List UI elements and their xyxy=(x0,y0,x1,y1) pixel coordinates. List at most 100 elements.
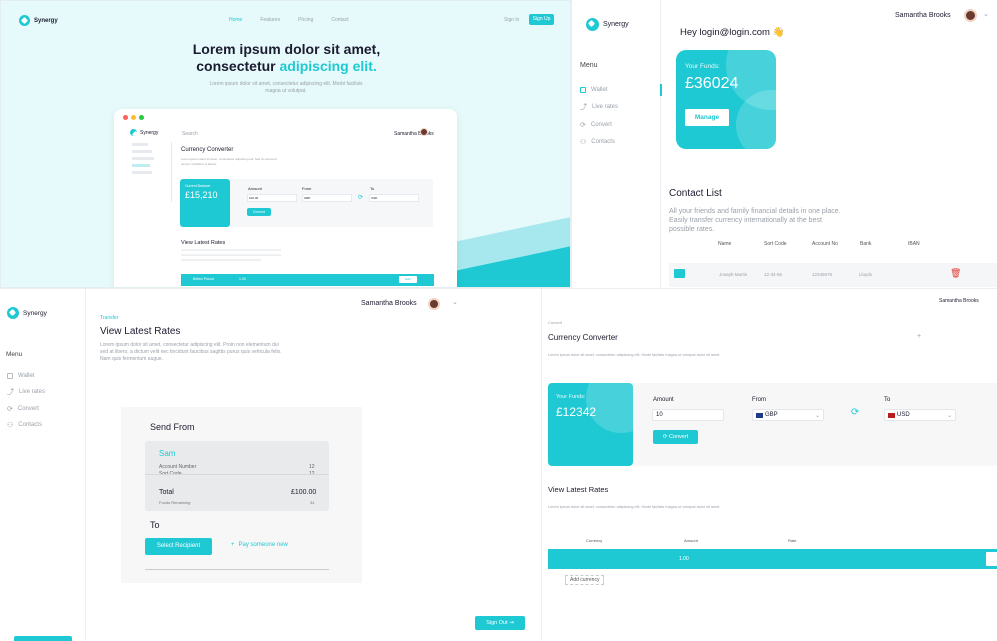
row-sort: 12-34-56 xyxy=(764,272,783,277)
funds-card: Your Funds: £12342 xyxy=(548,383,633,466)
refresh-icon: ⟳ xyxy=(7,406,13,413)
sign-in-link[interactable]: Sign in xyxy=(504,17,519,23)
nav-contact[interactable]: Contact xyxy=(331,17,348,23)
plus-icon[interactable]: + xyxy=(917,333,921,340)
sidebar-item-convert[interactable]: ⟳ Convert xyxy=(7,405,45,413)
mock-logo-icon xyxy=(130,129,137,136)
mock-row-edit-button[interactable]: Edit xyxy=(399,276,417,283)
pay-someone-new-link[interactable]: + Pay someone new xyxy=(231,542,288,548)
transfer-logo[interactable]: Synergy xyxy=(7,307,47,319)
avatar[interactable] xyxy=(428,298,440,310)
hero-title-line1: Lorem ipsum dolor sit amet, xyxy=(192,41,381,57)
chevron-down-icon: ⌄ xyxy=(946,412,952,419)
nav-home[interactable]: Home xyxy=(229,17,242,23)
send-from-title: Send From xyxy=(150,422,195,432)
amount-label: Amount xyxy=(653,397,674,403)
funds-value: £36024 xyxy=(685,75,739,92)
mock-funds-label: Current Balance xyxy=(185,184,211,188)
sidebar-item-label: Contacts xyxy=(18,422,42,428)
sidebar-item-wallet[interactable]: Wallet xyxy=(580,87,618,93)
wallet-logo[interactable]: Synergy xyxy=(586,18,629,31)
account-name: Sam xyxy=(159,449,176,458)
sidebar-item-live-rates[interactable]: ⤴ Live rates xyxy=(7,387,45,397)
col-header-amount: Amount xyxy=(684,538,698,543)
swap-icon[interactable]: ⟳ xyxy=(851,407,859,418)
funds-remaining-value: 34 xyxy=(310,500,315,505)
landing-panel: Synergy Home Features Pricing Contact Si… xyxy=(0,0,571,288)
transfer-panel: Synergy Menu Wallet ⤴ Live rates ⟳ Convert… xyxy=(0,288,541,641)
user-name: Samantha Brooks xyxy=(895,12,951,19)
landing-logo[interactable]: Synergy xyxy=(19,15,58,26)
avatar[interactable] xyxy=(964,9,977,22)
to-value: USD xyxy=(897,412,910,418)
us-flag-icon xyxy=(888,412,895,418)
col-header-iban: IBAN xyxy=(908,241,920,247)
col-header-rate: Rate xyxy=(788,538,797,543)
amount-input[interactable]: 10 xyxy=(652,409,724,421)
mock-to-label: To xyxy=(370,186,375,191)
sign-out-button[interactable]: Sign Out ⇥ xyxy=(475,616,525,630)
mock-from-label: From xyxy=(302,186,312,191)
mock-to-select[interactable]: USD xyxy=(369,194,419,202)
sidebar-item-label: Live rates xyxy=(592,104,619,110)
menu-title: Menu xyxy=(580,62,598,69)
total-value: £100.00 xyxy=(291,489,317,496)
breadcrumb[interactable]: Transfer xyxy=(100,315,118,321)
sidebar-item-wallet[interactable]: Wallet xyxy=(7,373,45,379)
row-edit-button[interactable] xyxy=(986,552,997,566)
sidebar-item-label: Contacts xyxy=(591,139,615,145)
page-desc: Lorem ipsum dolor sit amet, consectetur … xyxy=(548,353,721,357)
brand-name: Synergy xyxy=(34,17,58,24)
col-header-bank: Bank xyxy=(860,241,872,247)
breadcrumb[interactable]: Convert xyxy=(548,320,562,325)
funds-card: Your Funds: £36024 Manage xyxy=(676,50,776,149)
nav-features[interactable]: Features xyxy=(260,17,280,23)
mock-search: Search xyxy=(182,131,198,137)
synergy-logo-icon xyxy=(19,15,30,26)
rates-title: View Latest Rates xyxy=(548,485,609,494)
col-header-account: Account No xyxy=(812,241,838,247)
convert-button[interactable]: ⟳ Convert xyxy=(653,430,698,444)
mock-row-amount: 1.00 xyxy=(239,277,246,281)
brand-name: Synergy xyxy=(603,21,629,28)
row-bank: Lloyds xyxy=(859,272,873,277)
page-title: Currency Converter xyxy=(548,333,618,342)
sidebar-item-label: Convert xyxy=(17,406,39,412)
add-currency-button[interactable]: Add currency xyxy=(565,575,605,585)
sidebar-item-live-rates[interactable]: ⤴ Live rates xyxy=(580,102,618,112)
sign-out-button-partial[interactable] xyxy=(14,636,72,641)
mock-desc: Lorem ipsum dolor sit amet, consectetur … xyxy=(181,157,277,166)
sign-up-button[interactable]: Sign Up xyxy=(529,14,554,25)
brand-name: Synergy xyxy=(23,309,47,317)
sidebar-item-convert[interactable]: ⟳ Convert xyxy=(580,121,618,129)
wallet-icon xyxy=(7,373,13,379)
chevron-down-icon[interactable]: ⌄ xyxy=(452,298,458,306)
mock-convert-button[interactable]: Convert xyxy=(247,208,271,216)
sidebar-item-contacts[interactable]: ⚇ Contacts xyxy=(580,138,618,146)
mock-from-select[interactable]: GBP xyxy=(302,194,352,202)
row-account: 12345678 xyxy=(812,272,833,277)
nav-pricing[interactable]: Pricing xyxy=(298,17,313,23)
chevron-down-icon[interactable]: ⌄ xyxy=(983,10,989,18)
contact-row[interactable]: Joseph Martin 12-34-56 12345678 Lloyds 🗑 xyxy=(669,263,997,287)
users-icon: ⚇ xyxy=(7,422,14,429)
users-icon: ⚇ xyxy=(580,139,587,146)
funds-label: Your Funds: xyxy=(556,394,586,400)
mock-swap-icon[interactable]: ⟳ xyxy=(358,194,363,201)
sidebar-item-label: Wallet xyxy=(591,87,608,93)
manage-button[interactable]: Manage xyxy=(685,109,729,126)
mock-row-currency: British Pound xyxy=(193,277,214,281)
trash-icon[interactable]: 🗑 xyxy=(950,268,961,279)
sign-out-label: Sign Out xyxy=(486,620,508,626)
to-select[interactable]: USD ⌄ xyxy=(884,409,956,421)
from-select[interactable]: GBP ⌄ xyxy=(752,409,824,421)
app-preview-window: Synergy Search Samantha Brooks Currency … xyxy=(114,109,457,287)
rate-row[interactable]: 1.00 xyxy=(548,549,997,569)
sidebar-item-contacts[interactable]: ⚇ Contacts xyxy=(7,421,45,429)
select-recipient-button[interactable]: Select Recipient xyxy=(145,538,212,555)
hero-title-highlight: adipiscing elit. xyxy=(279,58,377,74)
funds-label: Your Funds: xyxy=(685,63,720,70)
mock-amount-input[interactable]: 100.00 xyxy=(247,194,297,202)
synergy-logo-icon xyxy=(7,307,19,319)
col-header-name: Name xyxy=(718,241,732,247)
